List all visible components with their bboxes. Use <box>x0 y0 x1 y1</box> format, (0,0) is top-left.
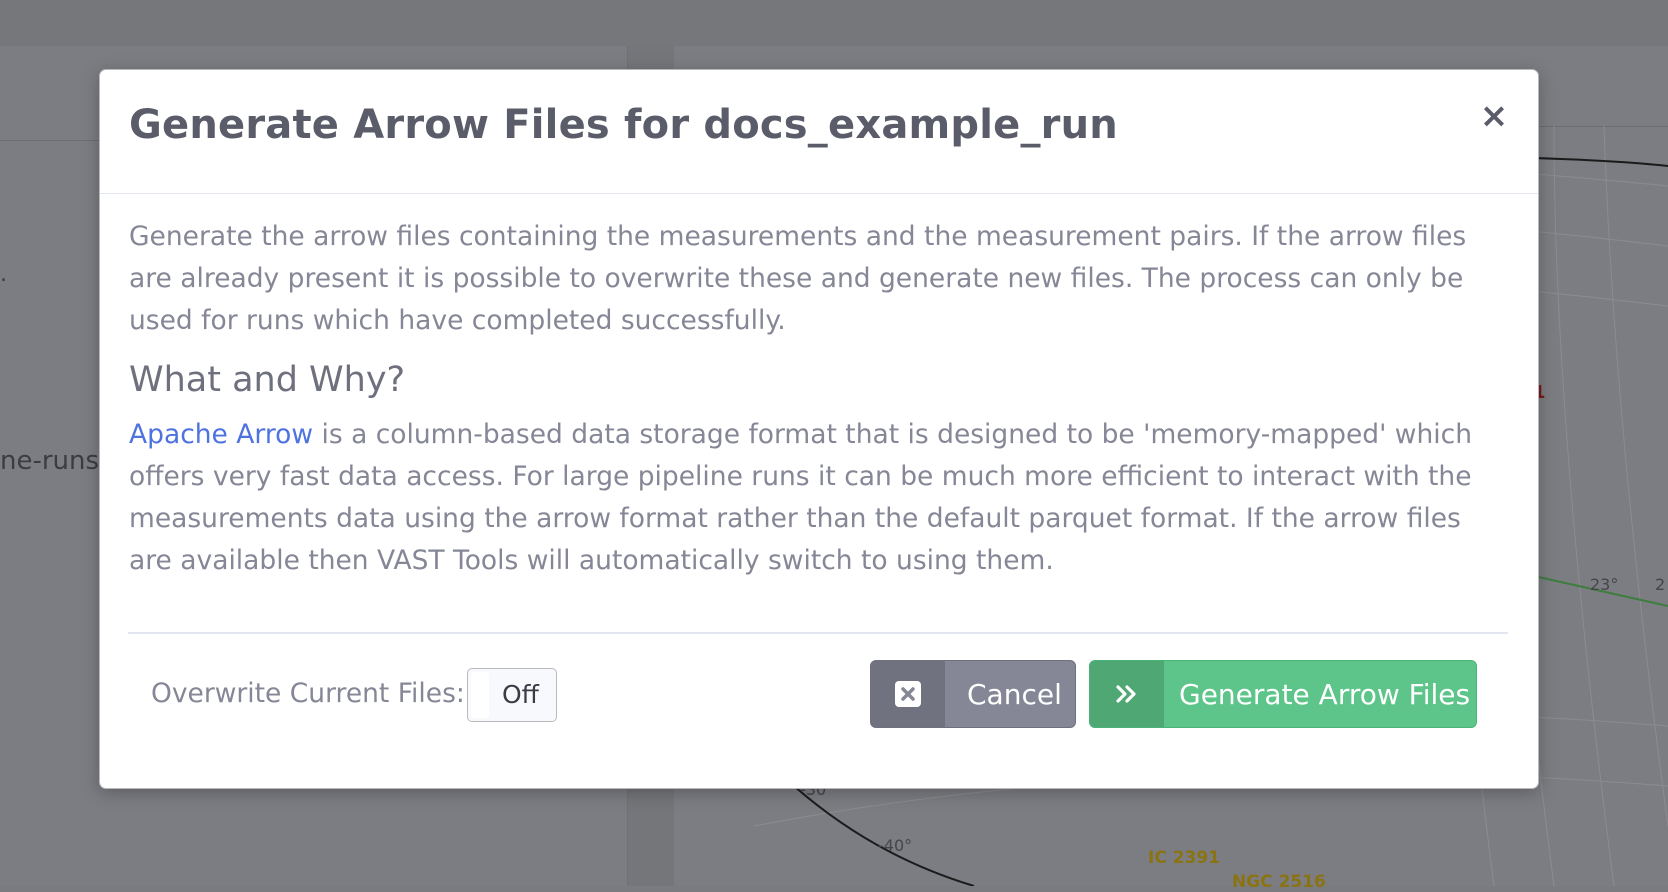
close-box-icon <box>871 661 945 727</box>
cancel-label: Cancel <box>967 678 1062 711</box>
modal-header: Generate Arrow Files for docs_example_ru… <box>100 70 1538 194</box>
cancel-button[interactable]: Cancel <box>870 660 1076 728</box>
footer-divider <box>128 632 1508 634</box>
background-left-text: ne-runs <box>0 446 100 476</box>
sky-tick-label: 23° <box>1590 575 1619 594</box>
sky-tick-label: 2 <box>1655 575 1666 594</box>
modal-title: Generate Arrow Files for docs_example_ru… <box>129 102 1118 148</box>
modal-body: Generate the arrow files containing the … <box>129 216 1509 582</box>
section-title: What and Why? <box>129 360 406 400</box>
apache-arrow-link[interactable]: Apache Arrow <box>129 419 313 450</box>
generate-arrow-files-button[interactable]: Generate Arrow Files <box>1089 660 1477 728</box>
sky-object-label: IC 2391 <box>1148 848 1221 868</box>
sky-object-label: NGC 2516 <box>1232 872 1326 892</box>
toggle-state: Off <box>502 680 539 709</box>
sky-tick-label: -40° <box>878 836 913 855</box>
generate-arrow-modal: Generate Arrow Files for docs_example_ru… <box>99 69 1539 789</box>
double-chevron-right-icon <box>1090 661 1164 727</box>
close-icon[interactable]: × <box>1478 99 1510 133</box>
arrow-description-paragraph: Apache Arrow is a column-based data stor… <box>129 414 1509 582</box>
background-left-dot: . <box>0 262 7 287</box>
overwrite-label: Overwrite Current Files: <box>151 678 465 709</box>
modal-footer: Overwrite Current Files: Off Cancel Gene… <box>100 660 1538 732</box>
overwrite-toggle[interactable]: Off <box>467 668 557 722</box>
background-topbar <box>0 0 1668 46</box>
intro-paragraph: Generate the arrow files containing the … <box>129 221 1467 336</box>
arrow-description-text: is a column-based data storage format th… <box>129 419 1472 576</box>
toggle-knob <box>471 672 489 718</box>
generate-label: Generate Arrow Files <box>1179 678 1471 711</box>
